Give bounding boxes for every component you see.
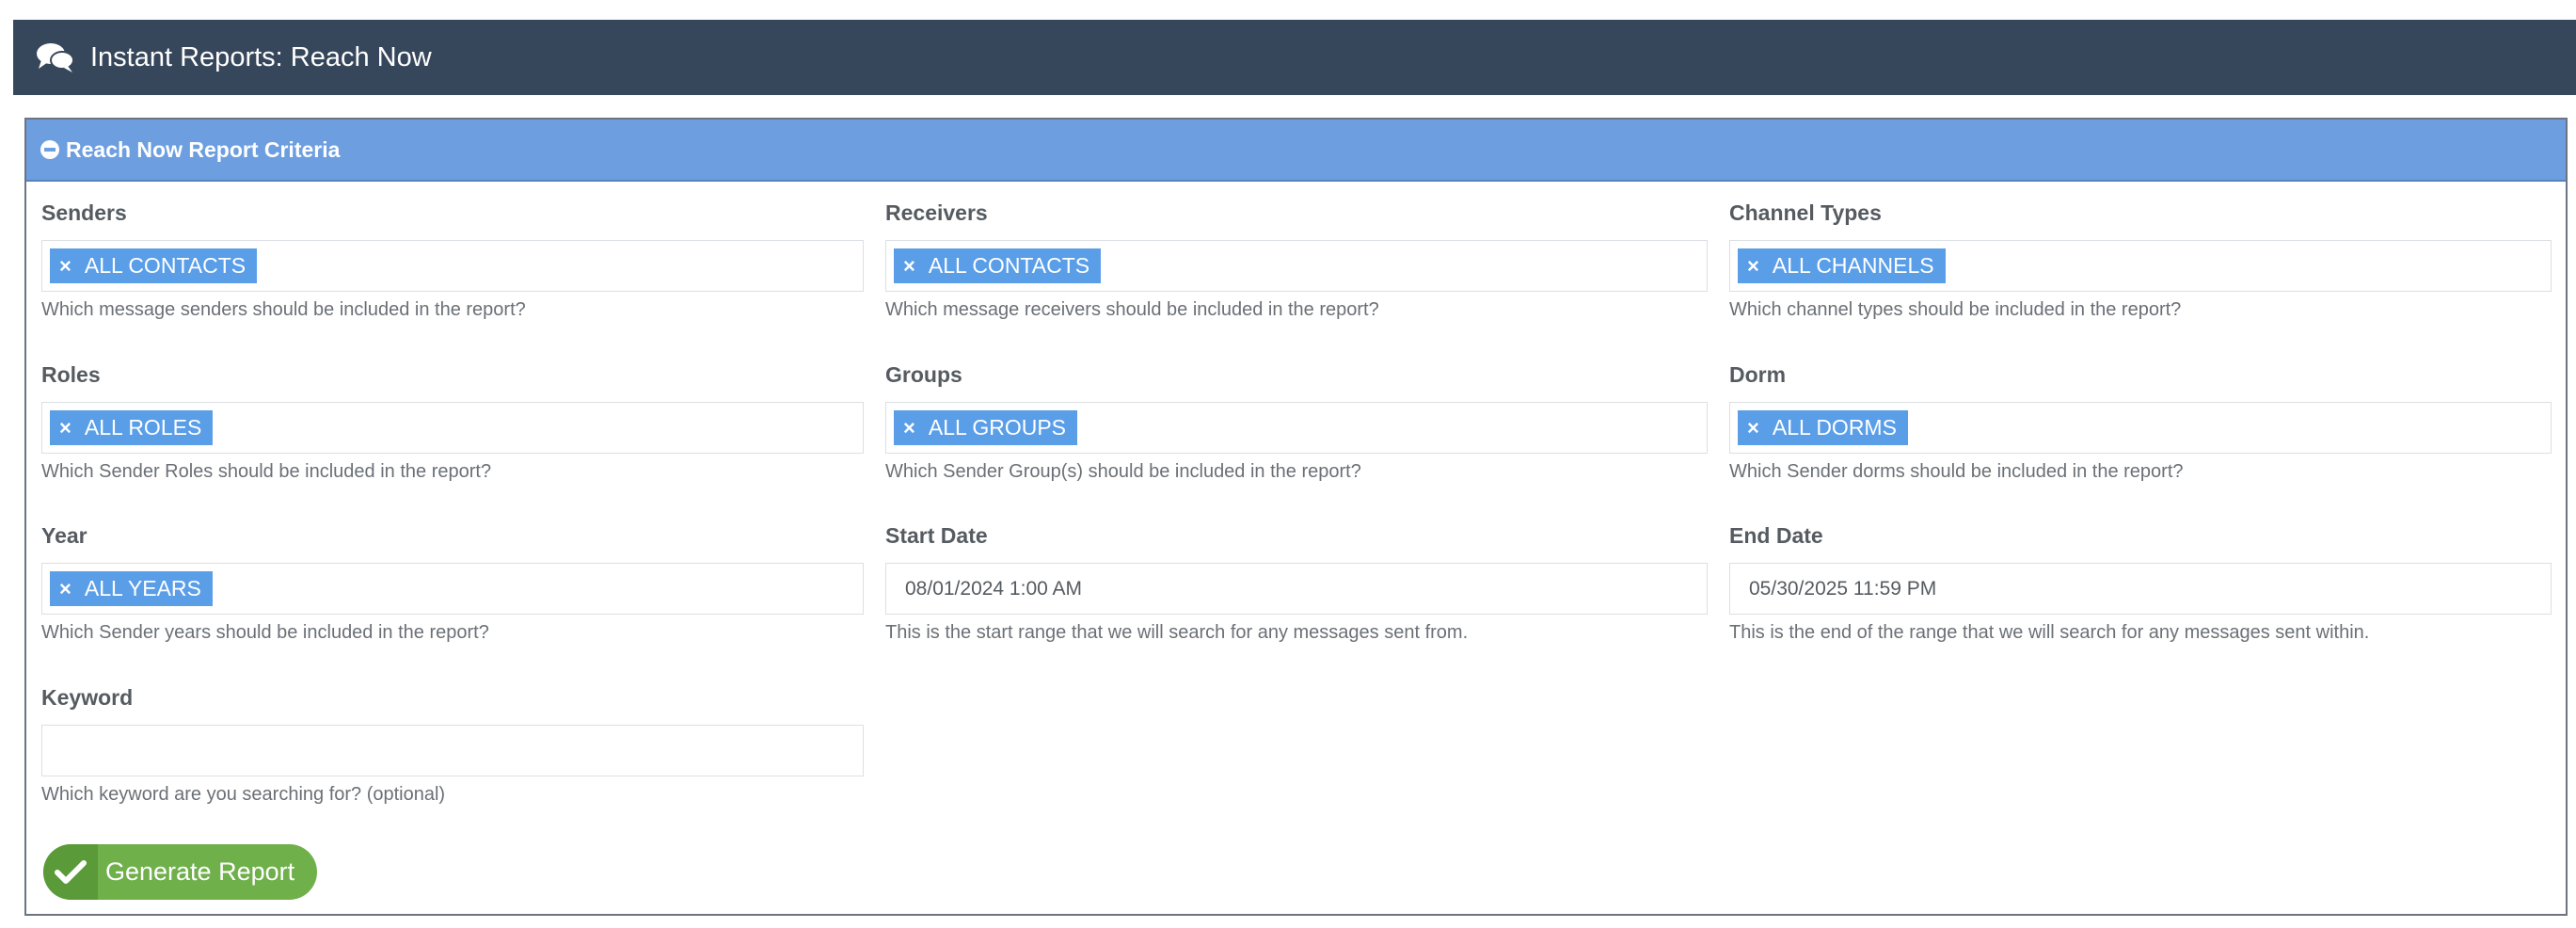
generate-report-label: Generate Report <box>105 857 295 886</box>
roles-field: Roles × ALL ROLES Which Sender Roles sho… <box>41 360 864 483</box>
groups-tag: × ALL GROUPS <box>894 410 1078 445</box>
roles-tag-label: ALL ROLES <box>84 415 202 440</box>
dorm-label: Dorm <box>1729 362 1787 387</box>
groups-help: Which Sender Group(s) should be included… <box>885 461 1361 482</box>
start-date-value: 08/01/2024 1:00 AM <box>905 577 1082 600</box>
receivers-tag: × ALL CONTACTS <box>894 248 1102 283</box>
roles-select[interactable]: × ALL ROLES <box>41 402 864 454</box>
start-date-input[interactable]: 08/01/2024 1:00 AM <box>885 563 1708 615</box>
receivers-tag-label: ALL CONTACTS <box>928 253 1090 278</box>
keyword-label: Keyword <box>41 685 134 710</box>
remove-tag-icon[interactable]: × <box>903 254 915 279</box>
channel-types-select[interactable]: × ALL CHANNELS <box>1729 240 2552 292</box>
remove-tag-icon[interactable]: × <box>59 416 72 440</box>
end-date-field: End Date 05/30/2025 11:59 PM This is the… <box>1729 521 2552 644</box>
start-date-field: Start Date 08/01/2024 1:00 AM This is th… <box>885 521 1708 644</box>
end-date-label: End Date <box>1729 523 1823 548</box>
panel-heading-title: Reach Now Report Criteria <box>66 136 341 162</box>
start-date-label: Start Date <box>885 523 988 548</box>
end-date-value: 05/30/2025 11:59 PM <box>1749 577 1937 600</box>
remove-tag-icon[interactable]: × <box>903 416 915 440</box>
year-field: Year × ALL YEARS Which Sender years shou… <box>41 521 864 644</box>
keyword-input[interactable] <box>41 725 864 776</box>
page-header: Instant Reports: Reach Now <box>13 20 2576 95</box>
dorm-tag: × ALL DORMS <box>1738 410 1908 445</box>
roles-help: Which Sender Roles should be included in… <box>41 461 492 482</box>
senders-select[interactable]: × ALL CONTACTS <box>41 240 864 292</box>
report-criteria-panel: Reach Now Report Criteria Senders × ALL … <box>24 118 2568 916</box>
groups-field: Groups × ALL GROUPS Which Sender Group(s… <box>885 360 1708 483</box>
receivers-label: Receivers <box>885 200 988 225</box>
channel-types-field: Channel Types × ALL CHANNELS Which chann… <box>1729 199 2552 321</box>
page-title: Instant Reports: Reach Now <box>90 41 432 72</box>
generate-report-button[interactable]: Generate Report <box>43 844 317 900</box>
receivers-select[interactable]: × ALL CONTACTS <box>885 240 1708 292</box>
dorm-help: Which Sender dorms should be included in… <box>1729 461 2184 482</box>
groups-label: Groups <box>885 362 962 387</box>
senders-tag-label: ALL CONTACTS <box>84 253 246 278</box>
groups-tag-label: ALL GROUPS <box>928 415 1067 440</box>
year-label: Year <box>41 523 87 548</box>
groups-select[interactable]: × ALL GROUPS <box>885 402 1708 454</box>
senders-field: Senders × ALL CONTACTS Which message sen… <box>41 199 864 321</box>
year-tag-label: ALL YEARS <box>84 576 201 600</box>
keyword-help: Which keyword are you searching for? (op… <box>41 784 446 805</box>
senders-help: Which message senders should be included… <box>41 299 526 320</box>
receivers-help: Which message receivers should be includ… <box>885 299 1379 320</box>
dorm-select[interactable]: × ALL DORMS <box>1729 402 2552 454</box>
dorm-tag-label: ALL DORMS <box>1772 415 1897 440</box>
remove-tag-icon[interactable]: × <box>1747 416 1759 440</box>
year-tag: × ALL YEARS <box>50 571 213 606</box>
channel-types-label: Channel Types <box>1729 200 1882 225</box>
panel-heading-toggle[interactable]: Reach Now Report Criteria <box>26 120 2566 182</box>
remove-tag-icon[interactable]: × <box>1747 254 1759 279</box>
end-date-input[interactable]: 05/30/2025 11:59 PM <box>1729 563 2552 615</box>
dorm-field: Dorm × ALL DORMS Which Sender dorms shou… <box>1729 360 2552 483</box>
year-help: Which Sender years should be included in… <box>41 622 489 643</box>
roles-label: Roles <box>41 362 101 387</box>
receivers-field: Receivers × ALL CONTACTS Which message r… <box>885 199 1708 321</box>
keyword-field: Keyword Which keyword are you searching … <box>41 683 864 806</box>
minus-circle-icon[interactable] <box>40 139 60 160</box>
check-icon <box>43 844 98 900</box>
remove-tag-icon[interactable]: × <box>59 577 72 601</box>
senders-tag: × ALL CONTACTS <box>50 248 258 283</box>
year-select[interactable]: × ALL YEARS <box>41 563 864 615</box>
channel-types-tag-label: ALL CHANNELS <box>1772 253 1934 278</box>
senders-label: Senders <box>41 200 127 225</box>
end-date-help: This is the end of the range that we wil… <box>1729 622 2370 643</box>
channel-types-tag: × ALL CHANNELS <box>1738 248 1946 283</box>
start-date-help: This is the start range that we will sea… <box>885 622 1469 643</box>
channel-types-help: Which channel types should be included i… <box>1729 299 2182 320</box>
roles-tag: × ALL ROLES <box>50 410 214 445</box>
remove-tag-icon[interactable]: × <box>59 254 72 279</box>
comments-icon <box>36 41 75 73</box>
